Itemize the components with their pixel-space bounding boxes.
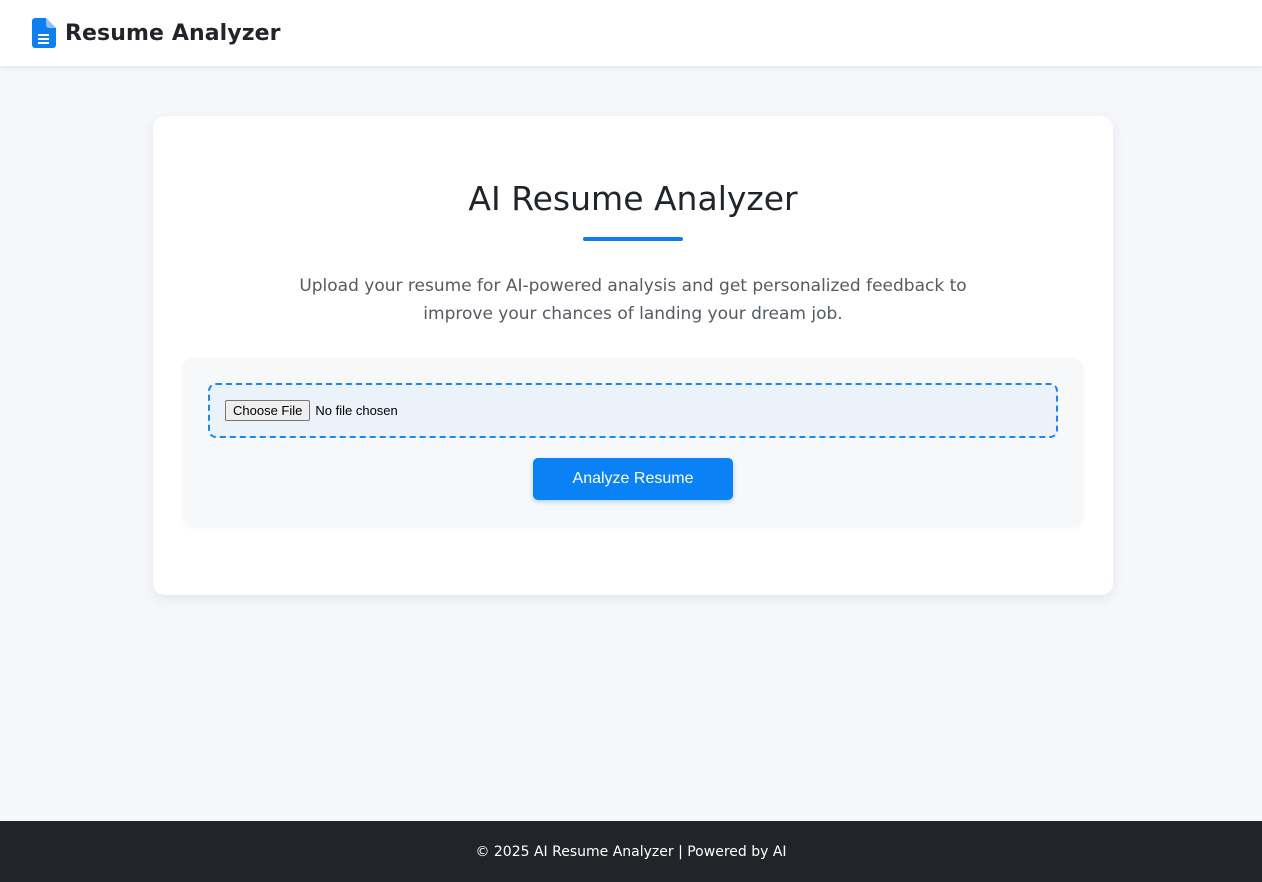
- choose-file-button[interactable]: Choose File: [225, 400, 311, 421]
- page-title: AI Resume Analyzer: [468, 179, 798, 218]
- page-description: Upload your resume for AI-powered analys…: [299, 276, 967, 324]
- analyzer-card: AI Resume Analyzer Upload your resume fo…: [153, 116, 1113, 595]
- navbar: Resume Analyzer: [0, 0, 1262, 66]
- brand-title[interactable]: Resume Analyzer: [65, 21, 281, 46]
- upload-panel: Choose File No file chosen Analyze Resum…: [183, 358, 1083, 526]
- file-text-icon: [32, 18, 56, 48]
- footer: © 2025 AI Resume Analyzer | Powered by A…: [0, 821, 1262, 882]
- title-underline: [583, 237, 683, 241]
- analyze-resume-button[interactable]: Analyze Resume: [533, 458, 733, 500]
- file-status-text: No file chosen: [315, 403, 398, 418]
- file-input[interactable]: Choose File No file chosen: [208, 383, 1058, 438]
- footer-text: © 2025 AI Resume Analyzer | Powered by A…: [475, 843, 787, 860]
